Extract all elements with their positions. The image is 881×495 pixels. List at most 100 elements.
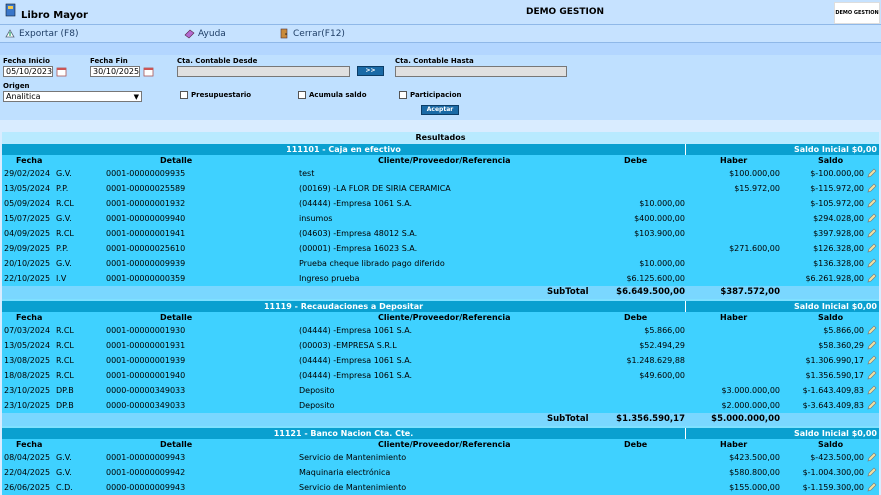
help-icon [184, 29, 195, 39]
checkbox-box[interactable] [399, 91, 407, 99]
calendar-icon[interactable] [56, 66, 67, 77]
cell-cliente: Ingreso prueba [299, 274, 360, 283]
account-header: 11121 - Banco Nacion Cta. Cte. Saldo Inic… [2, 428, 879, 439]
table-row[interactable]: 26/06/2025 C.D. 0000-00000009943 Servici… [2, 480, 879, 495]
edit-icon[interactable] [867, 467, 877, 477]
edit-icon[interactable] [867, 168, 877, 178]
cell-debe: $1.248.629,88 [626, 356, 685, 365]
cell-fecha: 18/08/2025 [4, 371, 51, 380]
cell-cliente: Deposito [299, 386, 335, 395]
chevron-down-icon: ▼ [133, 93, 139, 101]
edit-icon[interactable] [867, 385, 877, 395]
table-row[interactable]: 07/03/2024 R.CL 0001-00000001930 (04444)… [2, 323, 879, 338]
cell-fecha: 13/08/2025 [4, 356, 51, 365]
cell-detalle: 0000-00000349033 [106, 401, 186, 410]
subtotal-row: SubTotal $6.649.500,00 $387.572,00 [2, 286, 879, 299]
table-row[interactable]: 13/05/2024 P.P. 0001-00000025589 (00169)… [2, 181, 879, 196]
acumula-saldo-checkbox[interactable]: Acumula saldo [298, 91, 367, 99]
cell-detalle: 0001-00000001930 [106, 326, 186, 335]
subtotal-debe: $1.356.590,17 [616, 414, 685, 424]
origen-label: Origen [3, 82, 30, 90]
cell-tipo: R.CL [56, 341, 74, 350]
account-header: 11119 - Recaudaciones a Depositar Saldo I… [2, 301, 879, 312]
toolbar: Exportar (F8) Ayuda Cerrar(F12) [0, 25, 881, 43]
origen-select[interactable]: Analitica ▼ [3, 91, 142, 102]
checkbox-box[interactable] [180, 91, 188, 99]
table-row[interactable]: 15/07/2025 G.V. 0001-00000009940 insumos… [2, 211, 879, 226]
table-row[interactable]: 08/04/2025 G.V. 0001-00000009943 Servici… [2, 450, 879, 465]
subtotal-label: SubTotal [547, 414, 589, 424]
column-header-row: Fecha Detalle Cliente/Proveedor/Referenc… [2, 155, 879, 166]
table-row[interactable]: 13/08/2025 R.CL 0001-00000001939 (04444)… [2, 353, 879, 368]
cell-detalle: 0001-00000001931 [106, 341, 186, 350]
col-debe: Debe [624, 440, 648, 449]
checkbox-box[interactable] [298, 91, 306, 99]
table-row[interactable]: 20/10/2025 G.V. 0001-00000009939 Prueba … [2, 256, 879, 271]
app-title: Libro Mayor [21, 10, 88, 21]
edit-icon[interactable] [867, 183, 877, 193]
cta-hasta-input[interactable] [395, 66, 567, 77]
table-row[interactable]: 22/10/2025 I.V 0001-00000000359 Ingreso … [2, 271, 879, 286]
fecha-fin-input[interactable]: 30/10/2025 [90, 66, 140, 77]
cell-haber: $580.800,00 [729, 468, 780, 477]
table-row[interactable]: 23/10/2025 DP.B 0000-00000349033 Deposit… [2, 383, 879, 398]
edit-icon[interactable] [867, 213, 877, 223]
edit-icon[interactable] [867, 452, 877, 462]
help-label: Ayuda [198, 28, 226, 39]
col-saldo: Saldo [818, 313, 844, 322]
help-button[interactable]: Ayuda [184, 28, 226, 39]
cell-saldo: $397.928,00 [813, 229, 864, 238]
account-header: 111101 - Caja en efectivo Saldo Inicial $… [2, 144, 879, 155]
fecha-fin-label: Fecha Fin [90, 57, 128, 65]
presupuestario-checkbox[interactable]: Presupuestario [180, 91, 251, 99]
table-row[interactable]: 13/05/2024 R.CL 0001-00000001931 (00003)… [2, 338, 879, 353]
cta-desde-input[interactable] [177, 66, 350, 77]
table-row[interactable]: 22/04/2025 G.V. 0001-00000009942 Maquina… [2, 465, 879, 480]
edit-icon[interactable] [867, 273, 877, 283]
subtotal-haber: $5.000.000,00 [711, 414, 780, 424]
edit-icon[interactable] [867, 198, 877, 208]
cell-detalle: 0001-00000025589 [106, 184, 186, 193]
edit-icon[interactable] [867, 325, 877, 335]
cell-haber: $271.600,00 [729, 244, 780, 253]
col-cliente: Cliente/Proveedor/Referencia [378, 313, 511, 322]
search-accounts-button[interactable]: >> [357, 66, 384, 76]
cta-desde-label: Cta. Contable Desde [177, 57, 258, 65]
table-row[interactable]: 05/09/2024 R.CL 0001-00000001932 (04444)… [2, 196, 879, 211]
saldo-inicial: Saldo Inicial $0,00 [793, 302, 877, 311]
cell-saldo: $5.866,00 [823, 326, 864, 335]
edit-icon[interactable] [867, 258, 877, 268]
edit-icon[interactable] [867, 243, 877, 253]
table-row[interactable]: 29/09/2025 P.P. 0001-00000025610 (00001)… [2, 241, 879, 256]
cell-debe: $6.125.600,00 [626, 274, 685, 283]
cell-saldo: $58.360,29 [818, 341, 864, 350]
presupuestario-label: Presupuestario [191, 91, 252, 99]
cell-tipo: R.CL [56, 356, 74, 365]
col-detalle: Detalle [160, 156, 193, 165]
cell-cliente: insumos [299, 214, 333, 223]
edit-icon[interactable] [867, 400, 877, 410]
cell-tipo: R.CL [56, 326, 74, 335]
edit-icon[interactable] [867, 228, 877, 238]
cell-debe: $5.866,00 [644, 326, 685, 335]
edit-icon[interactable] [867, 355, 877, 365]
edit-icon[interactable] [867, 370, 877, 380]
edit-icon[interactable] [867, 482, 877, 492]
accept-button[interactable]: Aceptar [421, 105, 459, 115]
table-row[interactable]: 29/02/2024 G.V. 0001-00000009935 test $1… [2, 166, 879, 181]
table-row[interactable]: 04/09/2025 R.CL 0001-00000001941 (04603)… [2, 226, 879, 241]
column-header-row: Fecha Detalle Cliente/Proveedor/Referenc… [2, 312, 879, 323]
fecha-inicio-input[interactable]: 05/10/2023 [3, 66, 53, 77]
origen-value: Analitica [6, 92, 41, 101]
close-button[interactable]: Cerrar(F12) [279, 28, 345, 39]
calendar-icon[interactable] [143, 66, 154, 77]
cell-saldo: $6.261.928,00 [805, 274, 864, 283]
edit-icon[interactable] [867, 340, 877, 350]
col-saldo: Saldo [818, 156, 844, 165]
export-button[interactable]: Exportar (F8) [5, 28, 78, 39]
participacion-checkbox[interactable]: Participacion [399, 91, 462, 99]
separator-strip [0, 43, 881, 55]
cell-detalle: 0001-00000009943 [106, 453, 186, 462]
table-row[interactable]: 23/10/2025 DP.B 0000-00000349033 Deposit… [2, 398, 879, 413]
table-row[interactable]: 18/08/2025 R.CL 0001-00000001940 (04444)… [2, 368, 879, 383]
